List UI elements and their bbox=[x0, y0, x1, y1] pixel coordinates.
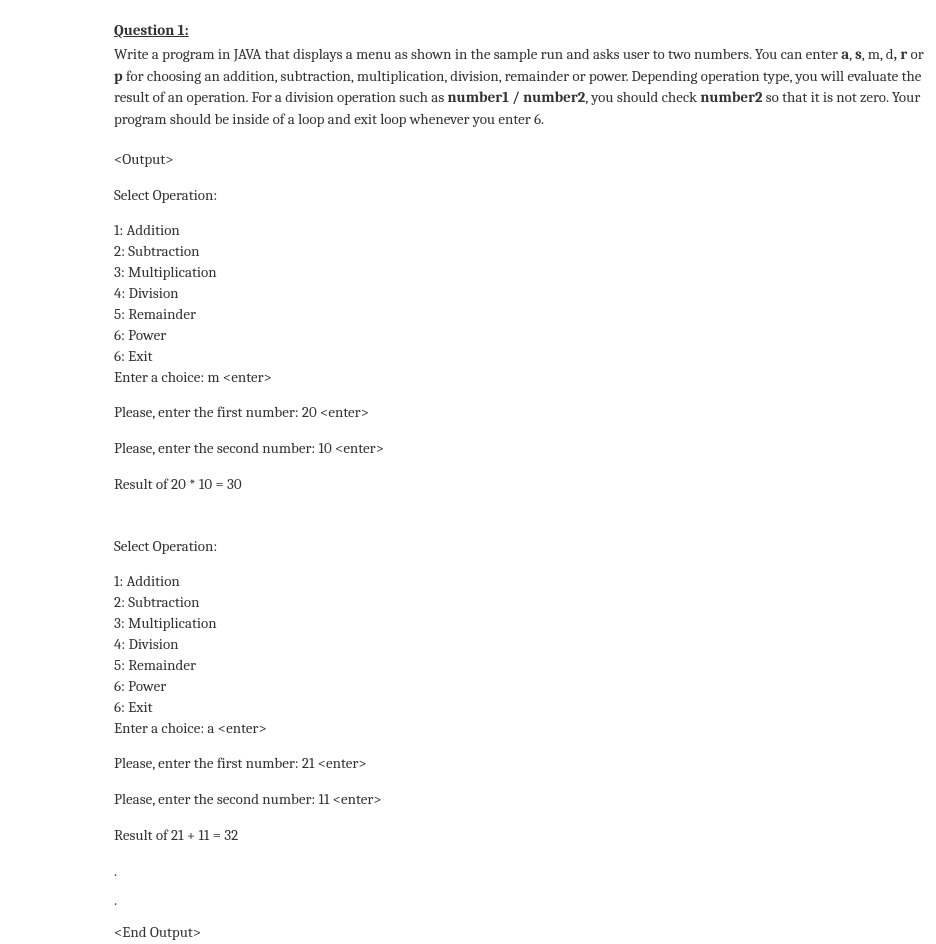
bold-division-expr: number1 / number2 bbox=[448, 88, 586, 106]
intro-paragraph: Write a program in JAVA that displays a … bbox=[114, 44, 924, 131]
bold-p: p bbox=[114, 67, 123, 85]
select-operation-label: Select Operation: bbox=[114, 185, 936, 207]
menu-item-remainder: 5: Remainder bbox=[114, 655, 936, 676]
enter-choice-2: Enter a choice: a <enter> bbox=[114, 718, 936, 739]
menu-item-addition: 1: Addition bbox=[114, 571, 936, 592]
select-operation-label-2: Select Operation: bbox=[114, 536, 936, 558]
menu-block-1: 1: Addition 2: Subtraction 3: Multiplica… bbox=[114, 220, 936, 388]
result-line-2: Result of 21 + 11 = 32 bbox=[114, 825, 936, 847]
intro-text: or bbox=[907, 45, 923, 63]
menu-item-multiplication: 3: Multiplication bbox=[114, 613, 936, 634]
bold-s: s bbox=[855, 45, 862, 63]
menu-item-addition: 1: Addition bbox=[114, 220, 936, 241]
output-end-tag: <End Output> bbox=[114, 922, 936, 944]
result-line-1: Result of 20 * 10 = 30 bbox=[114, 474, 936, 496]
ellipsis-dot: . bbox=[114, 861, 936, 883]
menu-item-power: 6: Power bbox=[114, 676, 936, 697]
first-number-prompt-2: Please, enter the first number: 21 <ente… bbox=[114, 753, 936, 775]
menu-item-subtraction: 2: Subtraction bbox=[114, 592, 936, 613]
bold-r: , r bbox=[894, 45, 908, 63]
second-number-prompt-1: Please, enter the second number: 10 <ent… bbox=[114, 438, 936, 460]
bold-a: a bbox=[841, 45, 849, 63]
output-start-tag: <Output> bbox=[114, 149, 936, 171]
menu-item-remainder: 5: Remainder bbox=[114, 304, 936, 325]
menu-item-subtraction: 2: Subtraction bbox=[114, 241, 936, 262]
bold-number2: number2 bbox=[700, 88, 762, 106]
enter-choice-1: Enter a choice: m <enter> bbox=[114, 367, 936, 388]
menu-item-power: 6: Power bbox=[114, 325, 936, 346]
second-number-prompt-2: Please, enter the second number: 11 <ent… bbox=[114, 789, 936, 811]
ellipsis-dot: . bbox=[114, 890, 936, 912]
menu-item-division: 4: Division bbox=[114, 634, 936, 655]
intro-text: , m, d bbox=[862, 45, 894, 63]
menu-item-division: 4: Division bbox=[114, 283, 936, 304]
question-title: Question 1: bbox=[114, 20, 936, 42]
intro-text: , you should check bbox=[585, 88, 700, 106]
menu-item-exit: 6: Exit bbox=[114, 346, 936, 367]
menu-item-multiplication: 3: Multiplication bbox=[114, 262, 936, 283]
intro-text: Write a program in JAVA that displays a … bbox=[114, 45, 841, 63]
menu-item-exit: 6: Exit bbox=[114, 697, 936, 718]
menu-block-2: 1: Addition 2: Subtraction 3: Multiplica… bbox=[114, 571, 936, 739]
first-number-prompt-1: Please, enter the first number: 20 <ente… bbox=[114, 402, 936, 424]
